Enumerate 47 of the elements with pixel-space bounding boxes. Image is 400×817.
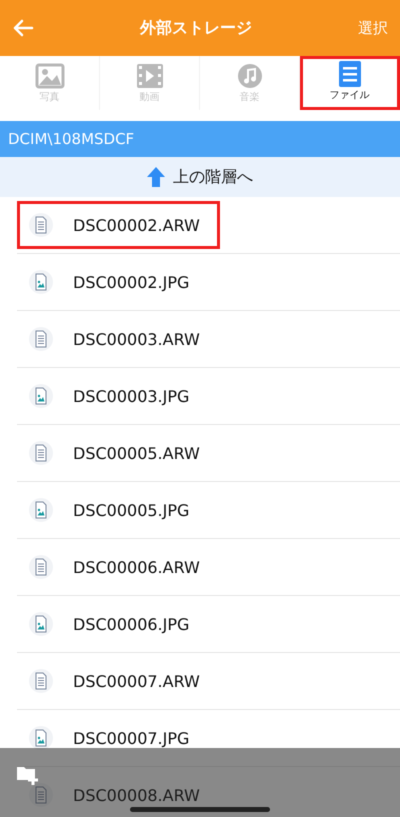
file-item[interactable]: DSC00006.ARW [17, 543, 220, 591]
parent-folder-button[interactable]: 上の階層へ [0, 157, 400, 197]
file-item[interactable]: DSC00008.ARW [17, 771, 220, 817]
file-item[interactable]: DSC00005.ARW [17, 429, 220, 477]
image-file-icon [29, 270, 53, 294]
tab-label: 動画 [140, 90, 160, 104]
file-item[interactable]: DSC00006.JPG [17, 600, 210, 648]
back-arrow-icon[interactable] [12, 17, 34, 39]
file-name: DSC00007.ARW [73, 672, 200, 690]
tab-label: 写真 [40, 90, 60, 104]
image-file-icon [29, 612, 53, 636]
file-name: DSC00008.ARW [73, 786, 200, 804]
image-file-icon [29, 726, 53, 750]
file-item[interactable]: DSC00007.ARW [17, 657, 220, 705]
parent-folder-label: 上の階層へ [173, 166, 253, 188]
photo-icon [34, 62, 64, 88]
file-name: DSC00003.ARW [73, 330, 200, 348]
file-item[interactable]: DSC00003.JPG [17, 372, 210, 420]
file-name: DSC00006.JPG [73, 614, 190, 634]
file-name: DSC00006.ARW [73, 558, 200, 576]
folder-path: DCIM\108MSDCF [0, 121, 400, 157]
file-name: DSC00003.JPG [73, 386, 190, 406]
document-icon [29, 213, 53, 237]
file-name: DSC00005.ARW [73, 444, 200, 462]
tab-label: 音楽 [240, 90, 260, 104]
file-item[interactable]: DSC00007.JPG [17, 714, 210, 762]
file-item[interactable]: DSC00003.ARW [17, 315, 220, 363]
category-tab[interactable]: ファイル [300, 56, 400, 110]
document-icon [29, 441, 53, 465]
document-icon [29, 669, 53, 693]
document-icon [29, 327, 53, 351]
screen-title: 外部ストレージ [138, 18, 253, 38]
file-name: DSC00007.JPG [73, 728, 190, 748]
file-item[interactable]: DSC00002.ARW [17, 201, 220, 249]
film-icon [134, 62, 164, 88]
image-file-icon [29, 384, 53, 408]
add-folder-icon[interactable] [16, 764, 40, 786]
image-file-icon [29, 498, 53, 522]
tab-label: ファイル [330, 89, 370, 102]
file-name: DSC00005.JPG [73, 500, 190, 520]
up-arrow-icon [147, 167, 165, 187]
file-name: DSC00002.ARW [73, 216, 200, 234]
document-icon [29, 783, 53, 807]
file-item[interactable]: DSC00002.JPG [17, 258, 210, 306]
file-item[interactable]: DSC00005.JPG [17, 486, 210, 534]
document-icon [29, 555, 53, 579]
file-name: DSC00002.JPG [73, 272, 190, 292]
